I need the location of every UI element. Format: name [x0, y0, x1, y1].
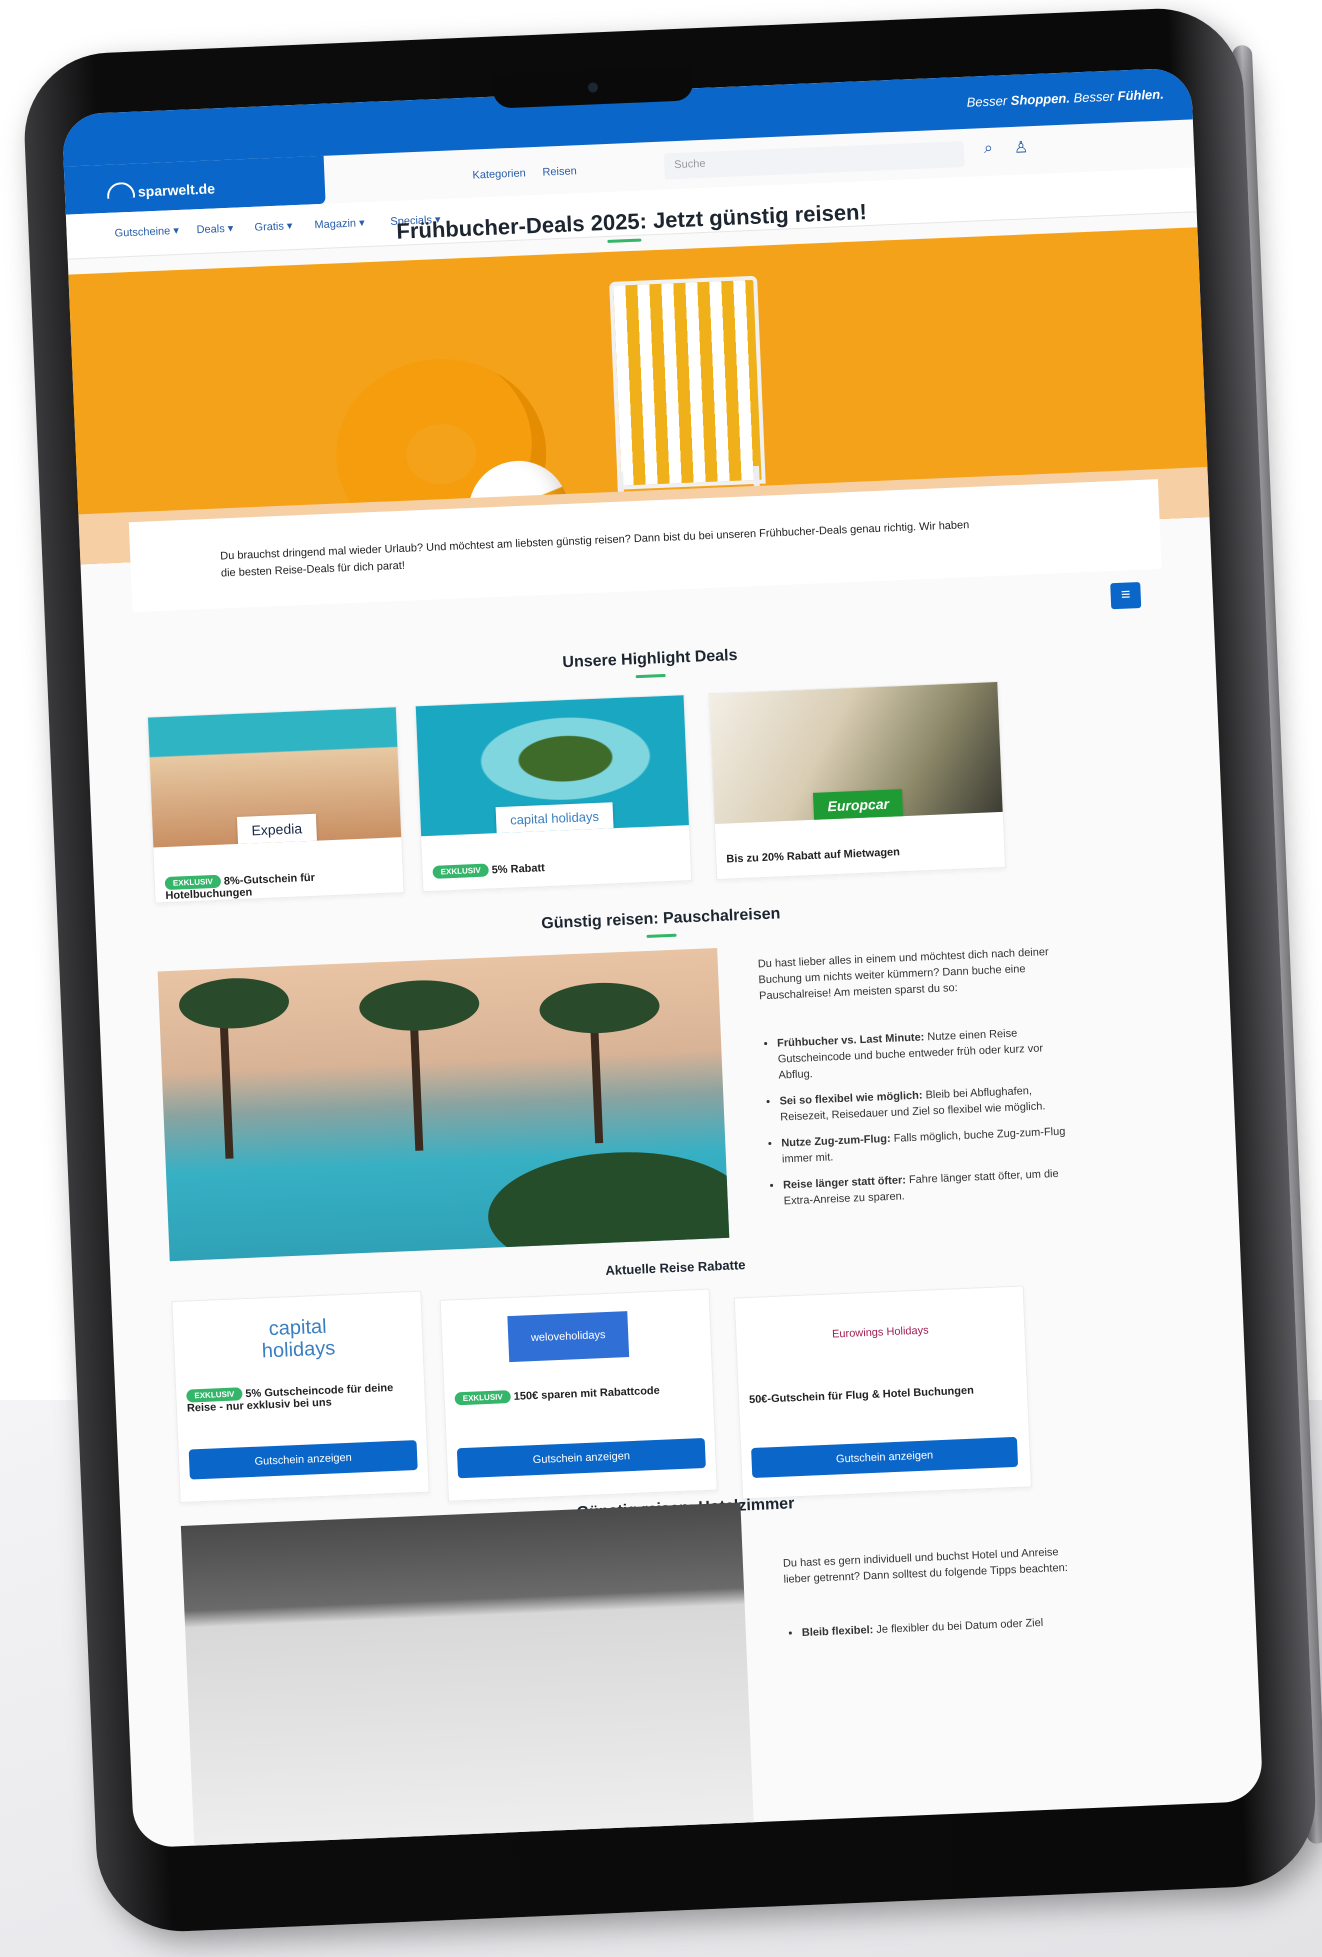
- search-input[interactable]: Suche: [663, 140, 965, 180]
- pauschal-intro: Du hast lieber alles in einem und möchte…: [757, 946, 1049, 1003]
- brand-logo: capital holidays: [261, 1315, 336, 1363]
- hotel-tips: Bleib flexibel: Je flexibler du bei Datu…: [786, 1613, 1103, 1652]
- deal-image: Europcar: [709, 682, 1003, 824]
- gutschein-button[interactable]: Gutschein anzeigen: [188, 1440, 418, 1480]
- website-screen: Besser Shoppen. Besser Fühlen. sparwelt.…: [61, 67, 1264, 1849]
- camera-icon: [587, 82, 599, 93]
- list-item: Nutze Zug-zum-Flug: Falls möglich, buche…: [781, 1123, 1082, 1168]
- rabatt-card-weloveholidays: weloveholidays EXKLUSIV 150€ sparen mit R…: [439, 1288, 718, 1502]
- palm-leaf: [178, 976, 291, 1031]
- link-reisen[interactable]: Reisen: [542, 165, 577, 178]
- deal-text: EXKLUSIV 8%-Gutschein für Hotelbuchungen: [164, 871, 316, 903]
- list-item: Bleib flexibel: Je flexibler du bei Datu…: [802, 1613, 1102, 1642]
- gutschein-button[interactable]: Gutschein anzeigen: [456, 1437, 706, 1479]
- deal-card-europcar[interactable]: Europcar Bis zu 20% Rabatt auf Mietwagen: [708, 681, 1007, 880]
- pool-image: [157, 948, 730, 1262]
- palm-leaf: [538, 980, 661, 1036]
- search-icon[interactable]: ⌕: [984, 140, 994, 158]
- section-underline: [635, 673, 666, 679]
- title-underline: [607, 238, 642, 243]
- deal-text: Bis zu 20% Rabatt auf Mietwagen: [726, 846, 901, 866]
- list-item: Frühbucher vs. Last Minute: Nutze einen …: [777, 1023, 1079, 1084]
- hotel-intro: Du hast es gern individuell und buchst H…: [782, 1546, 1069, 1586]
- palm-leaf: [358, 978, 481, 1034]
- rabatt-card-eurowings: Eurowings Holidays 50€-Gutschein für Flu…: [733, 1285, 1032, 1500]
- monstera-leaf: [485, 1146, 730, 1262]
- rabatt-text: EXKLUSIV 5% Gutscheincode für deine Reise…: [186, 1381, 394, 1415]
- tablet-device: Besser Shoppen. Besser Fühlen. sparwelt.…: [21, 5, 1322, 1935]
- brand-badge: Europcar: [812, 789, 904, 821]
- brand-logo: Eurowings Holidays: [831, 1324, 929, 1341]
- brand-logo: weloveholidays: [507, 1311, 630, 1363]
- pauschal-tips: Frühbucher vs. Last Minute: Nutze einen …: [761, 1023, 1084, 1220]
- list-item: Sei so flexibel wie möglich: Bleib bei A…: [779, 1081, 1080, 1126]
- deal-text: EXKLUSIV 5% Rabatt: [432, 861, 545, 879]
- deal-card-expedia[interactable]: Expedia EXKLUSIV 8%-Gutschein für Hotelbu…: [146, 706, 405, 904]
- section-underline: [646, 933, 677, 938]
- gutschein-button[interactable]: Gutschein anzeigen: [751, 1436, 1019, 1478]
- logo-icon: [106, 181, 136, 199]
- menu-icon[interactable]: ≡: [1110, 581, 1142, 610]
- tagline: Besser Shoppen. Besser Fühlen.: [966, 86, 1165, 110]
- rabatt-text: EXKLUSIV 150€ sparen mit Rabattcode: [454, 1383, 684, 1406]
- list-item: Reise länger statt öfter: Fahre länger s…: [783, 1165, 1084, 1210]
- user-icon[interactable]: ♙: [1013, 137, 1029, 158]
- rabatt-card-capital: capital holidays EXKLUSIV 5% Gutscheincod…: [171, 1290, 430, 1503]
- beach-chair: [609, 275, 766, 490]
- rabatt-text: 50€-Gutschein für Flug & Hotel Buchungen: [748, 1384, 975, 1407]
- brand-badge: Expedia: [236, 813, 317, 845]
- deal-image: capital holidays: [415, 695, 689, 837]
- highlights-title: Unsere Highlight Deals: [562, 646, 738, 672]
- link-kategorien[interactable]: Kategorien: [472, 167, 526, 181]
- brand-badge: capital holidays: [495, 802, 614, 835]
- deal-card-capital-holidays[interactable]: capital holidays EXKLUSIV 5% Rabatt: [414, 694, 693, 893]
- deal-image: Expedia: [147, 707, 402, 848]
- hotel-image: [180, 1502, 755, 1849]
